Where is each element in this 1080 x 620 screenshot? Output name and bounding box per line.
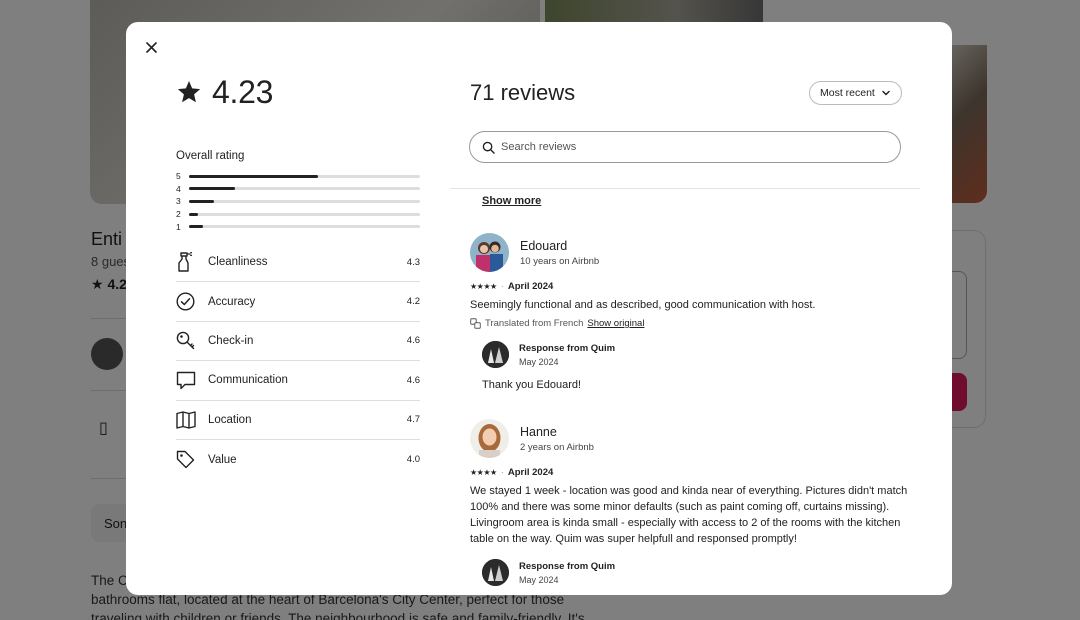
category-row-cleanliness: Cleanliness 4.3: [176, 243, 420, 283]
search-bar[interactable]: [469, 131, 901, 163]
reviewer-tenure: 10 years on Airbnb: [520, 255, 600, 267]
response-date: May 2024: [519, 574, 559, 585]
map-icon: [176, 411, 208, 429]
rating-bar-row: 4: [176, 183, 420, 196]
overall-rating-label: Overall rating: [176, 150, 245, 162]
rating-bar-track: [189, 225, 420, 229]
chevron-down-icon: [882, 90, 890, 96]
category-ratings: Cleanliness 4.3 Accuracy 4.2 Check-in 4.6 Comm…: [176, 243, 420, 479]
response-text: Thank you Edouard!: [482, 379, 582, 391]
rating-bar-track: [189, 187, 420, 191]
star-icon: [177, 80, 201, 103]
category-value: 4.0: [406, 454, 420, 466]
translate-icon: [470, 318, 481, 329]
category-value: 4.6: [406, 374, 420, 386]
review-date: April 2024: [507, 281, 554, 292]
host-response: Response from Quim May 2024: [482, 559, 920, 586]
rating-bar-track: [189, 212, 420, 216]
response-from: Response from Quim: [519, 560, 616, 572]
show-original-link[interactable]: Show original: [587, 318, 644, 329]
category-name: Check-in: [208, 334, 254, 347]
reviewer-name: Edouard: [520, 238, 568, 253]
overall-score: 4.23: [176, 72, 420, 112]
rating-bar-row: 1: [176, 220, 420, 233]
review-item: Edouard 10 years on Airbnb ★★★★ · April 2…: [470, 233, 920, 391]
spray-bottle-icon: [176, 252, 208, 272]
review-stars: ★★★★: [470, 282, 497, 291]
rating-bar-track: [189, 199, 420, 203]
category-row-check-in: Check-in 4.6: [176, 322, 420, 362]
review-text: Seemingly functional and as described, g…: [470, 299, 816, 311]
reviewer-tenure: 2 years on Airbnb: [520, 441, 594, 453]
search-input[interactable]: [501, 141, 900, 153]
category-name: Location: [208, 413, 252, 426]
category-name: Communication: [208, 374, 288, 387]
review-stars: ★★★★: [470, 468, 497, 477]
rating-bar-fill: [189, 225, 203, 229]
category-name: Value: [208, 453, 237, 466]
tag-icon: [176, 450, 208, 469]
category-row-accuracy: Accuracy 4.2: [176, 282, 420, 322]
rating-distribution: 54 3 21: [176, 170, 420, 233]
sort-dropdown[interactable]: Most recent: [809, 81, 902, 105]
category-row-location: Location 4.7: [176, 401, 420, 440]
search-icon: [482, 141, 495, 154]
rating-bar-track: [189, 174, 420, 178]
host-response: Response from Quim May 2024 Thank you Ed…: [482, 341, 920, 391]
category-row-value: Value 4.0: [176, 440, 420, 479]
rating-bar-row: 5: [176, 170, 420, 183]
rating-bar-label: 4: [176, 183, 181, 194]
reviews-modal: 4.23 Overall rating 54 3 21 Cleanliness 4.3…: [126, 22, 952, 595]
rating-bar-row: 2: [176, 208, 420, 221]
show-more-link[interactable]: Show more: [482, 195, 541, 207]
response-from: Response from Quim: [519, 342, 616, 354]
response-date: May 2024: [519, 356, 559, 367]
rating-bar-fill: [189, 212, 199, 216]
category-name: Accuracy: [208, 295, 256, 308]
rating-bar-fill: [189, 187, 236, 191]
reviewer-avatar[interactable]: [470, 419, 509, 458]
translated-label: Translated from French: [485, 318, 584, 329]
host-avatar[interactable]: [482, 559, 509, 586]
review-text: We stayed 1 week - location was good and…: [470, 485, 908, 545]
rating-bar-label: 3: [176, 196, 181, 207]
translation-note: Translated from French Show original: [470, 318, 920, 329]
check-circle-icon: [176, 292, 208, 311]
reviewer-name: Hanne: [520, 424, 557, 439]
reviews-panel: 71 reviews Most recent Show more Edouard…: [450, 22, 952, 595]
category-name: Cleanliness: [208, 256, 268, 269]
reviews-list[interactable]: Show more Edouard 10 years on Airbnb ★★★…: [470, 189, 920, 595]
close-button[interactable]: [140, 36, 162, 58]
category-row-communication: Communication 4.6: [176, 361, 420, 401]
chat-bubble-icon: [176, 371, 208, 390]
reviewer-avatar[interactable]: [470, 233, 509, 272]
rating-bar-fill: [189, 174, 319, 178]
rating-bar-fill: [189, 199, 215, 203]
reviews-count: 71 reviews: [470, 80, 576, 105]
category-value: 4.2: [406, 296, 420, 308]
sort-label: Most recent: [820, 87, 875, 99]
category-value: 4.6: [406, 335, 420, 347]
rating-bar-row: 3: [176, 195, 420, 208]
key-icon: [176, 331, 208, 350]
rating-bar-label: 5: [176, 171, 181, 182]
rating-bar-label: 2: [176, 209, 181, 220]
rating-summary: 4.23 Overall rating 54 3 21 Cleanliness 4.3…: [176, 72, 420, 479]
category-value: 4.3: [406, 256, 420, 268]
category-value: 4.7: [406, 414, 420, 426]
host-avatar[interactable]: [482, 341, 509, 368]
overall-score-value: 4.23: [212, 73, 274, 110]
close-icon: [145, 41, 157, 53]
rating-bar-label: 1: [176, 221, 181, 232]
review-item: Hanne 2 years on Airbnb ★★★★ · April 2024…: [470, 419, 920, 586]
review-date: April 2024: [507, 467, 554, 478]
